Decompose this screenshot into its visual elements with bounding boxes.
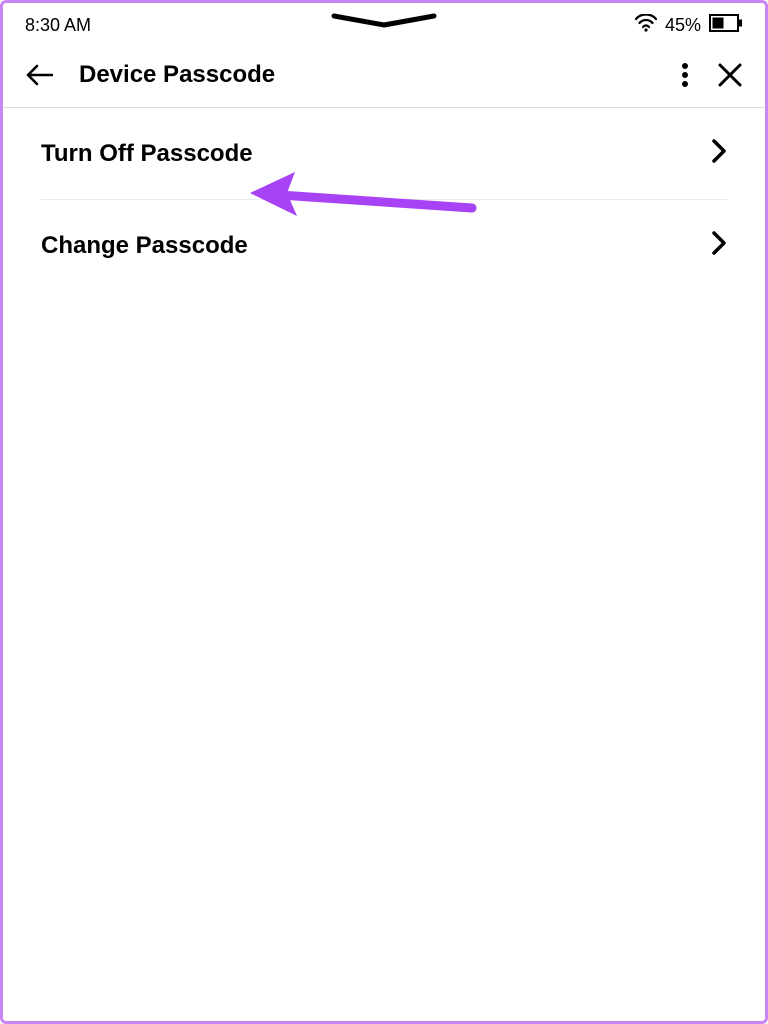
row-label: Turn Off Passcode <box>41 140 253 168</box>
back-arrow-icon[interactable] <box>25 63 53 87</box>
settings-list: Turn Off Passcode Change Passcode <box>3 108 765 291</box>
row-change-passcode[interactable]: Change Passcode <box>41 200 727 291</box>
page-title: Device Passcode <box>79 61 661 89</box>
chevron-right-icon <box>711 138 727 169</box>
wifi-icon <box>635 14 657 37</box>
row-turn-off-passcode[interactable]: Turn Off Passcode <box>41 108 727 200</box>
status-bar: 8:30 AM 45% <box>3 3 765 47</box>
more-options-icon[interactable] <box>681 62 689 88</box>
page-header: Device Passcode <box>3 47 765 108</box>
pull-down-handle-icon[interactable] <box>329 13 439 34</box>
row-label: Change Passcode <box>41 232 248 260</box>
close-icon[interactable] <box>717 62 743 88</box>
battery-icon <box>709 14 743 37</box>
chevron-right-icon <box>711 230 727 261</box>
battery-percentage: 45% <box>665 15 701 36</box>
status-right: 45% <box>635 14 743 37</box>
status-time: 8:30 AM <box>25 15 91 36</box>
